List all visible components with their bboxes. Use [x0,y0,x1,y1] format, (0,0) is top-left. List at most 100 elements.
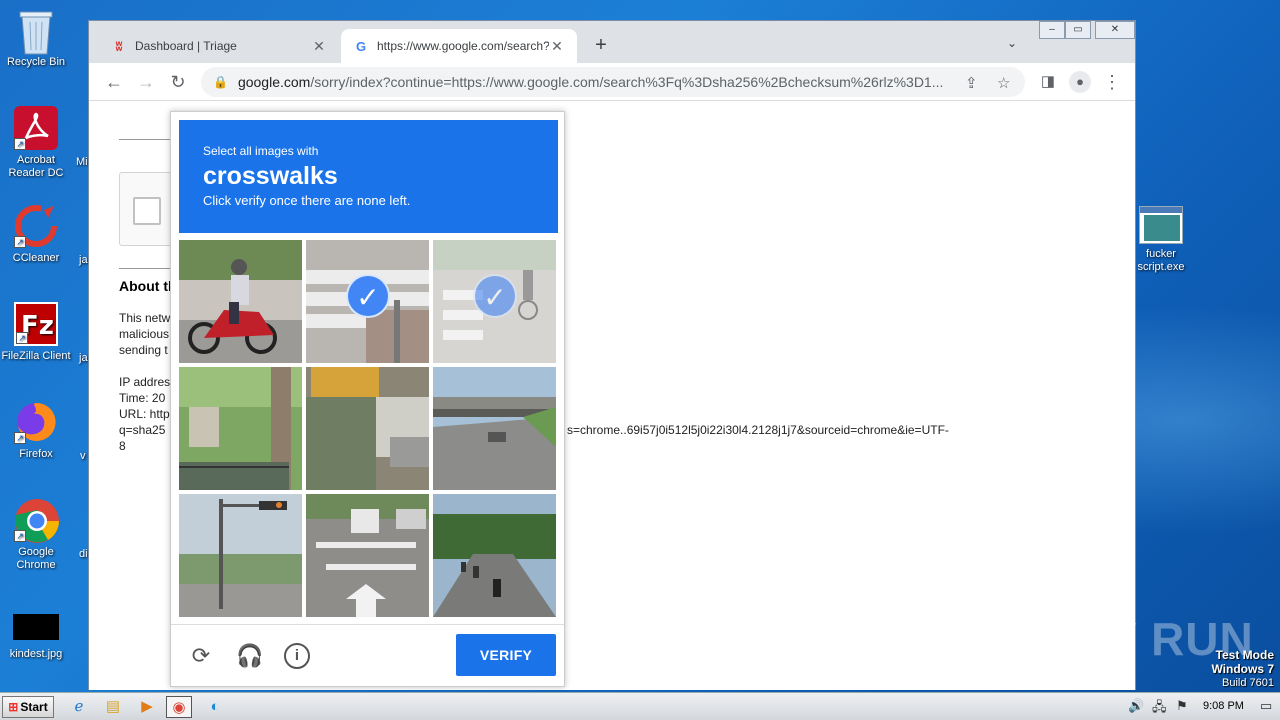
shortcut-arrow-icon: ↗ [14,138,26,150]
desktop-icon-ccleaner[interactable]: ↗ CCleaner [0,204,72,265]
shortcut-arrow-icon: ↗ [16,332,28,344]
media-player-icon[interactable]: ▶ [134,696,160,718]
internet-explorer-icon[interactable]: ℯ [66,696,92,718]
desktop-icon-kindest[interactable]: kindest.jpg [0,614,72,661]
url-host: google.com [237,74,311,90]
google-icon: G [355,38,367,54]
desktop-icon-acrobat[interactable]: ↗ Acrobat Reader DC [0,106,72,180]
desktop-icon-firefox[interactable]: ↗ Firefox [0,400,72,461]
windows-logo-icon: ⊞ [8,700,19,714]
image-tile-selected[interactable]: ✓ [306,240,429,363]
reload-icon[interactable]: ↻ [167,71,189,93]
image-file-icon [13,614,59,640]
desktop-icon-recycle-bin[interactable]: Recycle Bin [0,8,72,69]
side-panel-icon[interactable]: ◨ [1037,71,1059,93]
clock[interactable]: 9:08 PM [1203,700,1244,712]
shortcut-arrow-icon: ↗ [14,236,26,248]
build-number-line: Build 7601 [1222,677,1274,689]
file-explorer-icon[interactable]: ▤ [100,696,126,718]
url-tail: s=chrome..69i57j0i512l5j0i22i30l4.2128j1… [567,423,949,437]
ccleaner-icon: ↗ [14,204,58,248]
forward-arrow-icon[interactable]: → [135,71,157,93]
url-line: URL: http [119,407,170,421]
checkmark-icon: ✓ [473,274,517,318]
minimize-button[interactable]: – [1039,21,1065,39]
explanation-line: This netw [119,311,171,325]
explanation-line: sending t [119,343,168,357]
query-line: q=sha25 [119,423,166,437]
share-icon[interactable]: ⇪ [965,74,978,92]
image-tile[interactable] [306,494,429,617]
os-version-line: Windows 7 [1211,662,1274,676]
desktop-icon-label: Firefox [19,448,53,460]
volume-icon[interactable]: 🔊 [1128,698,1144,714]
tab-google-search[interactable]: G https://www.google.com/search?q= ✕ [341,29,577,63]
acrobat-icon: ↗ [14,106,58,150]
info-icon[interactable]: i [284,643,310,669]
explanation-line: malicious [119,327,170,341]
chrome-taskbar-icon[interactable]: ◉ [166,696,192,718]
tab-search-chevron-icon[interactable]: ⌄ [1007,36,1017,50]
tab-triage[interactable]: ʬ Dashboard | Triage ✕ [99,29,339,63]
url-path: /sorry/index?continue=https://www.google… [310,74,944,90]
desktop-icon-label: CCleaner [12,252,60,264]
url-tail-continued: 8 [119,439,126,453]
image-tile[interactable] [179,367,302,490]
start-button[interactable]: ⊞ Start [2,696,54,718]
image-tile[interactable] [433,367,556,490]
about-heading: About th [119,278,177,294]
desktop-icon-label: Google Chrome [16,546,56,571]
recycle-bin-icon [14,8,58,55]
reload-challenge-icon[interactable]: ⟳ [188,643,214,669]
test-mode-notice: Test Mode Windows 7 Build 7601 [1211,648,1274,690]
instruction-text: Select all images with [203,144,319,158]
desktop-icon-chrome[interactable]: ↗ Google Chrome [0,498,72,572]
desktop-icon-filezilla[interactable]: Fz ↗ FileZilla Client [0,302,72,363]
show-desktop-icon[interactable]: ▭ [1260,698,1272,714]
action-center-flag-icon[interactable]: ⚑ [1176,698,1188,714]
partial-desktop-label: di [79,548,88,560]
challenge-footer: ⟳ 🎧 i VERIFY [171,624,564,686]
image-tile-selected[interactable]: ✓ [433,240,556,363]
menu-kebab-icon[interactable]: ⋮ [1101,71,1123,93]
partial-desktop-label: Mi [76,156,88,168]
new-tab-button[interactable]: + [589,34,613,58]
browser-toolbar: ← → ↻ 🔒 google.com/sorry/index?continue=… [89,63,1135,101]
desktop-icon-label: fucker script.exe [1137,248,1185,273]
challenge-header: Select all images with crosswalks Click … [179,120,558,233]
close-window-button[interactable]: ✕ [1095,21,1135,39]
lock-icon: 🔒 [213,75,228,89]
partial-desktop-label: ja [79,254,88,266]
bookmark-star-icon[interactable]: ☆ [997,74,1010,92]
test-mode-line: Test Mode [1215,648,1274,662]
back-arrow-icon[interactable]: ← [103,71,125,93]
edge-icon[interactable]: ◐ [202,696,228,718]
image-tile[interactable] [306,367,429,490]
recaptcha-checkbox[interactable] [133,197,161,225]
instruction-subtext: Click verify once there are none left. [203,193,411,208]
image-grid: ✓ ✓ [179,240,558,619]
profile-avatar-icon[interactable]: ● [1069,71,1091,93]
shortcut-arrow-icon: ↗ [14,432,26,444]
filezilla-icon: Fz ↗ [14,302,58,346]
address-bar[interactable]: 🔒 google.com/sorry/index?continue=https:… [201,67,1025,97]
partial-desktop-label: ja [79,352,88,364]
image-tile[interactable] [179,240,302,363]
close-tab-icon[interactable]: ✕ [549,38,565,55]
firefox-icon: ↗ [14,400,58,444]
chrome-icon: ↗ [14,498,59,543]
network-icon[interactable]: 🖧 [1152,698,1167,720]
shortcut-arrow-icon: ↗ [14,530,26,542]
exe-file-icon [1139,206,1183,244]
maximize-button[interactable]: ▭ [1065,21,1091,39]
close-tab-icon[interactable]: ✕ [311,38,327,55]
image-tile[interactable] [433,494,556,617]
partial-desktop-label: v [80,450,86,462]
taskbar: ⊞ Start ℯ ▤ ▶ ◉ ◐ 🔊 🖧 ⚑ 9:08 PM ▭ [0,692,1280,720]
challenge-target: crosswalks [203,162,338,190]
start-label: Start [20,700,48,714]
verify-button[interactable]: VERIFY [456,634,556,676]
audio-challenge-icon[interactable]: 🎧 [236,643,263,669]
image-tile[interactable] [179,494,302,617]
recaptcha-challenge: Select all images with crosswalks Click … [170,111,565,687]
